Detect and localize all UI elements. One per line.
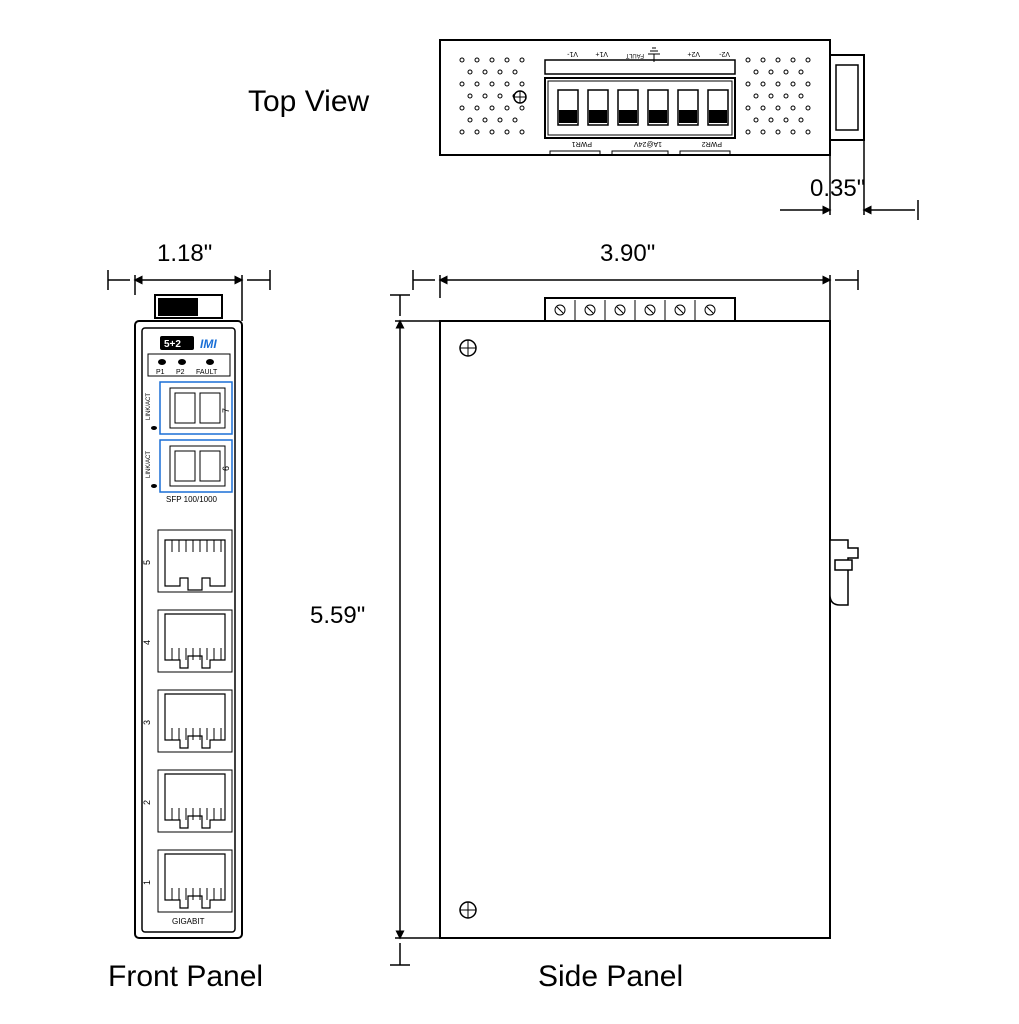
din-clip-icon — [830, 540, 858, 605]
sfp7-linkact: LINK/ACT — [146, 393, 152, 420]
sfp6-num: 6 — [221, 466, 231, 471]
led-p1: P1 — [156, 369, 165, 376]
sfp6-linkact: LINK/ACT — [146, 451, 152, 478]
gigabit-label: GIGABIT — [172, 917, 205, 926]
side-panel-drawing — [440, 298, 858, 938]
led-p2: P2 — [176, 369, 185, 376]
front-panel-drawing: 5+2 IMI P1 P2 FAULT LINK/ACT 7 LINK/ACT … — [135, 295, 242, 938]
term-label-fault: FAULT — [625, 52, 644, 58]
rj45-1-num: 1 — [142, 880, 152, 885]
screw-icon — [460, 340, 476, 356]
term-label-v1+: V1+ — [595, 50, 608, 57]
term-label-pwr1: PWR1 — [572, 140, 592, 147]
rj45-2-num: 2 — [142, 800, 152, 805]
rj45-5-num: 5 — [142, 560, 152, 565]
sfp7-num: 7 — [221, 408, 231, 413]
term-label-v2-: V2- — [718, 50, 730, 57]
badge-text: 5+2 — [164, 339, 181, 350]
term-label-pwr2: PWR2 — [702, 140, 722, 147]
term-label-amp: 1A@24V — [634, 140, 662, 147]
led-fault: FAULT — [196, 369, 218, 376]
screw-icon — [460, 902, 476, 918]
sfp-label: SFP 100/1000 — [166, 495, 218, 504]
rj45-3-num: 3 — [142, 720, 152, 725]
term-label-v1-: V1- — [566, 50, 578, 57]
rj45-4-num: 4 — [142, 640, 152, 645]
term-label-v2+: V2+ — [687, 50, 700, 57]
top-view-drawing: V2- V2+ V1+ V1- FAULT PWR2 1A@24V PWR1 — [440, 40, 864, 155]
logo-text: IMI — [200, 337, 217, 351]
